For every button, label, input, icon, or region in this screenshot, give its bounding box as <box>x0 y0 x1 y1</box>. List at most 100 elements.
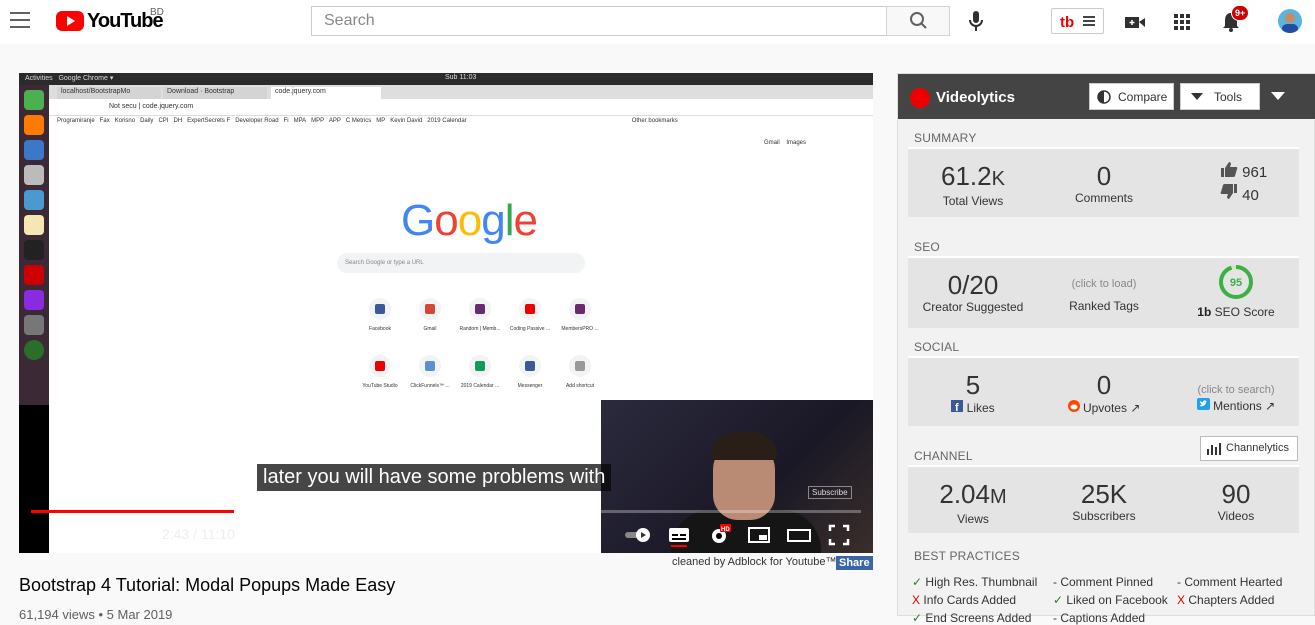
best-practice-text: Info Cards Added <box>923 593 1017 607</box>
reddit-upvotes-value: 0 <box>1096 370 1112 400</box>
best-practice-mark: - <box>1053 575 1057 589</box>
apps-grid-icon[interactable] <box>1172 12 1192 32</box>
time-display: 2:43 / 11:10 <box>162 526 235 542</box>
compare-label: Compare <box>1118 90 1168 104</box>
shortcut-tile: Facebook <box>355 298 405 332</box>
tools-caret-icon <box>1191 93 1203 100</box>
videolytics-panel: Videolytics Compare Tools SUMMARY 61.2K … <box>897 73 1315 625</box>
app-dock-icon <box>24 190 44 210</box>
twitter-icon <box>1196 398 1210 410</box>
adblock-share-button[interactable]: Share <box>836 556 873 570</box>
videos-stat: 90 Videos <box>1176 479 1296 523</box>
svg-text:tb: tb <box>1060 14 1074 31</box>
best-practice-text: Comment Pinned <box>1060 575 1154 589</box>
channelytics-label: Channelytics <box>1226 442 1289 454</box>
autoplay-toggle-icon[interactable] <box>623 523 653 547</box>
microphone-icon[interactable] <box>966 10 986 32</box>
best-practice-item: - Comment Pinned <box>1053 575 1153 589</box>
hamburger-menu-icon[interactable] <box>10 12 30 28</box>
filezilla-dock-icon <box>24 265 44 285</box>
bookmark: Daily <box>140 118 154 124</box>
url-security: Not secu <box>109 103 137 110</box>
fullscreen-icon[interactable] <box>827 523 851 547</box>
top-bar: YouTube BD Search tb 9+ <box>0 0 1315 44</box>
search-button[interactable] <box>886 6 950 36</box>
search-icon <box>910 12 927 29</box>
best-practice-mark: X <box>1177 593 1186 607</box>
compare-button[interactable]: Compare <box>1089 83 1174 110</box>
best-practice-text: Liked on Facebook <box>1066 593 1168 607</box>
bookmark: Korisno <box>114 118 136 124</box>
total-views-stat: 61.2K Total Views <box>913 161 1033 208</box>
likes-stat: 961 <box>1220 161 1267 181</box>
best-practice-item: - Captions Added <box>1053 611 1145 625</box>
settings-gear-icon[interactable]: HD <box>707 523 731 547</box>
browser-tab: localhost/BootstrapMo <box>57 87 161 99</box>
shortcut-tile: Gmail <box>405 298 455 332</box>
shortcut-tile: Messenger <box>505 355 555 389</box>
comments-label: Comments <box>1074 191 1133 205</box>
shortcut-tile: Add shortcut <box>555 355 605 389</box>
progress-bar[interactable] <box>31 510 861 513</box>
screen-dock-icon <box>24 315 44 335</box>
youtube-logo[interactable]: YouTube <box>56 9 164 33</box>
tubebuddy-menu-button[interactable]: tb <box>1051 8 1104 34</box>
shortcut-label: Add shortcut <box>565 383 595 389</box>
dislikes-value: 40 <box>1242 187 1259 204</box>
collapse-caret-icon[interactable] <box>1271 92 1285 100</box>
firefox-dock-icon <box>24 115 44 135</box>
best-practice-mark: - <box>1053 611 1057 625</box>
ranked-tags-hint[interactable]: (click to load) <box>1044 278 1164 290</box>
os-clock: Sub 11:03 <box>445 74 477 81</box>
miniplayer-icon[interactable] <box>747 523 771 547</box>
create-video-icon[interactable] <box>1124 12 1146 32</box>
subtitles-icon[interactable] <box>667 523 691 547</box>
search-input[interactable]: Search <box>311 6 887 36</box>
bookmark: C Metrics <box>345 118 372 124</box>
video-player[interactable]: Activities Google Chrome ▾ Sub 11:03 loc… <box>19 73 873 553</box>
google-top-links: Gmail Images <box>764 140 806 146</box>
best-practice-text: End Screens Added <box>925 611 1032 625</box>
channel-label: CHANNEL <box>914 449 973 463</box>
channel-views-stat: 2.04M Views <box>913 479 1033 526</box>
next-icon[interactable] <box>85 523 109 547</box>
ranked-tags-stat[interactable]: (click to load) Ranked Tags <box>1044 278 1164 313</box>
twitter-mentions-stat[interactable]: (click to search) Mentions ↗ <box>1176 384 1296 413</box>
best-practice-mark: X <box>912 593 921 607</box>
summary-label: SUMMARY <box>914 131 977 145</box>
best-practice-item: ✓ End Screens Added <box>912 611 1031 625</box>
bookmark: 2019 Calendar <box>427 118 467 124</box>
video-title: Bootstrap 4 Tutorial: Modal Popups Made … <box>19 575 396 595</box>
best-practice-mark: ✓ <box>912 611 923 625</box>
seo-card: 0/20 Creator Suggested (click to load) R… <box>908 256 1299 328</box>
best-practice-item: ✓ High Res. Thumbnail <box>912 575 1037 589</box>
videos-value: 90 <box>1221 479 1251 509</box>
theater-mode-icon[interactable] <box>787 523 811 547</box>
bookmark: Kevin David <box>390 118 423 124</box>
volume-icon[interactable] <box>123 523 147 547</box>
os-activities: Activities <box>25 75 53 82</box>
channelytics-button[interactable]: Channelytics <box>1200 436 1298 461</box>
region-label: BD <box>150 7 164 18</box>
twitter-hint[interactable]: (click to search) <box>1176 384 1296 396</box>
user-avatar[interactable] <box>1278 9 1302 33</box>
thumbs-down-icon <box>1220 184 1237 199</box>
best-practice-mark: - <box>1177 575 1181 589</box>
bookmark: Fax <box>99 118 110 124</box>
shortcut-label: Random | Memb... <box>459 326 501 332</box>
channel-views-label: Views <box>957 512 989 526</box>
person-hair <box>711 432 777 460</box>
seo-label: SEO <box>914 240 940 254</box>
url-text: code.jquery.com <box>142 103 194 110</box>
shortcut-label: MembersPRO ... <box>561 326 599 332</box>
total-views-value: 61.2 <box>941 161 992 191</box>
reddit-icon <box>1067 400 1080 412</box>
bookmark: MPA <box>293 118 307 124</box>
tubebuddy-mini-icon: 1b <box>1197 305 1212 319</box>
bookmark: ExpertSecrets F <box>187 118 231 124</box>
play-icon[interactable] <box>43 523 67 547</box>
tools-button[interactable]: Tools <box>1180 83 1260 110</box>
seo-score-stat[interactable]: 95 1b SEO Score <box>1176 264 1296 319</box>
channel-card: 2.04M Views 25K Subscribers 90 Videos <box>908 465 1299 533</box>
reddit-upvotes-stat[interactable]: 0 Upvotes ↗ <box>1044 370 1164 415</box>
